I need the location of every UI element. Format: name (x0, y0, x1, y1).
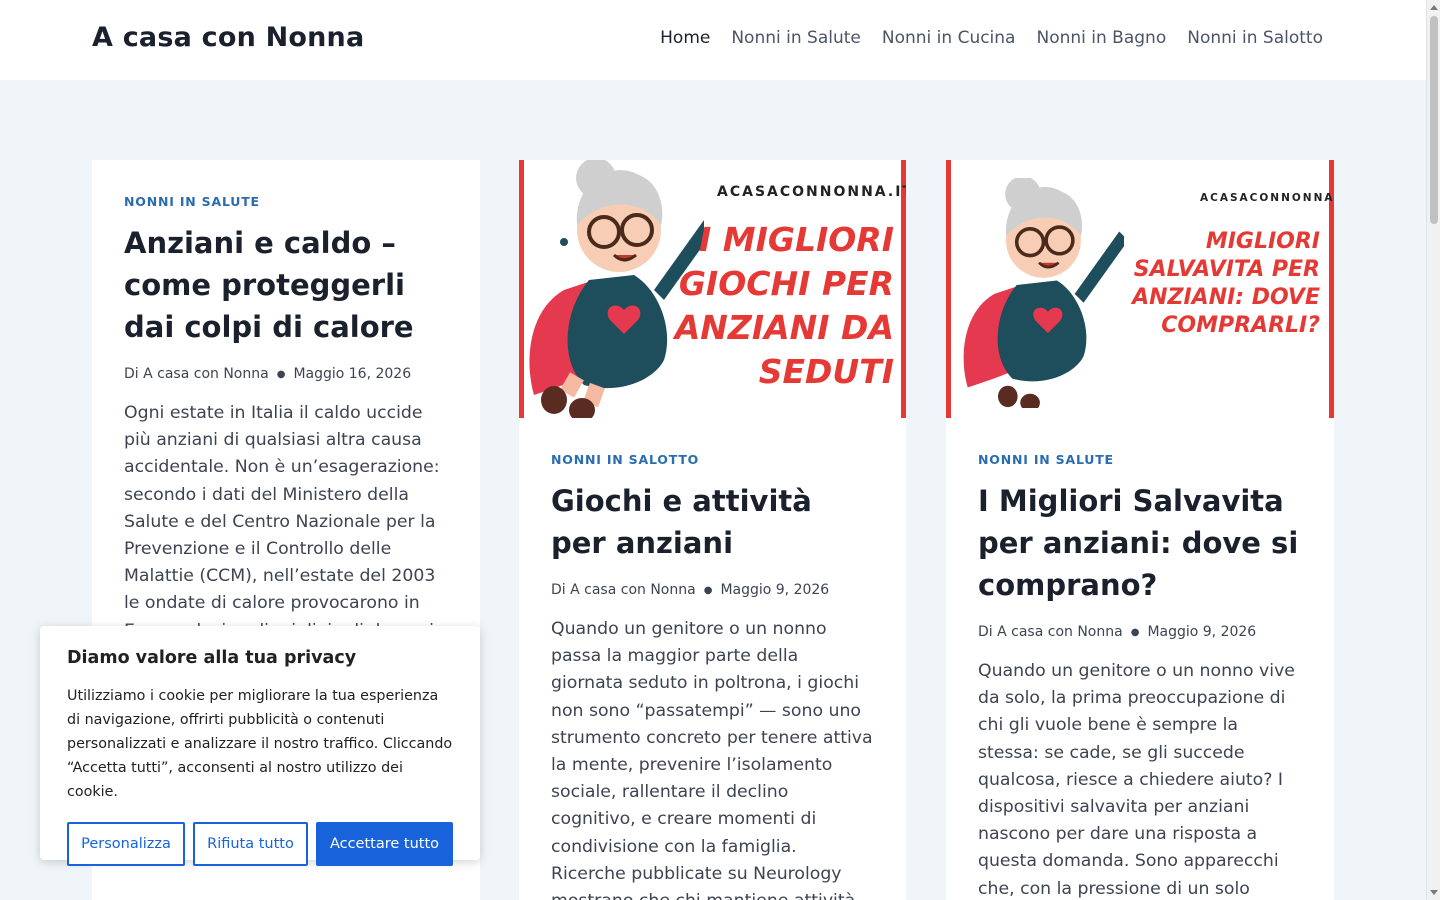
cookie-consent-banner: Diamo valore alla tua privacy Utilizziam… (40, 626, 480, 866)
post-title[interactable]: I Migliori Salvavita per anziani: dove s… (978, 480, 1302, 606)
post-title[interactable]: Anziani e caldo – come proteggerli dai c… (124, 222, 448, 348)
post-author[interactable]: Di A casa con Nonna (124, 366, 269, 382)
grandma-superhero-illustration (963, 178, 1124, 408)
separator-dot: ● (703, 584, 713, 596)
image-headline-text: I MIGLIORI GIOCHI PER ANZIANI DA SEDUTI (674, 220, 894, 391)
nav-item-nonni-in-bagno[interactable]: Nonni in Bagno (1036, 28, 1166, 48)
post-featured-image[interactable]: ACASACONNONNA.IT MIGLIORI SALVAVITA PER … (946, 160, 1334, 418)
post-meta: Di A casa con Nonna ● Maggio 9, 2026 (978, 624, 1302, 640)
scrollbar-thumb[interactable] (1430, 16, 1438, 224)
site-header: A casa con Nonna Home Nonni in Salute No… (0, 0, 1426, 80)
main-nav: Home Nonni in Salute Nonni in Cucina Non… (660, 28, 1323, 48)
nav-item-nonni-in-cucina[interactable]: Nonni in Cucina (882, 28, 1016, 48)
nav-item-nonni-in-salotto[interactable]: Nonni in Salotto (1187, 28, 1323, 48)
post-featured-image[interactable]: ACASACONNONNA.IT I MIGLIORI GIOCHI PER A… (519, 160, 906, 418)
post-category[interactable]: NONNI IN SALOTTO (551, 452, 874, 467)
image-brand-text: ACASACONNONNA.IT (717, 184, 906, 200)
reject-all-button[interactable]: Rifiuta tutto (193, 822, 308, 866)
post-excerpt: Quando un genitore o un nonno passa la m… (551, 619, 873, 900)
nav-item-home[interactable]: Home (660, 28, 710, 48)
post-date: Maggio 16, 2026 (293, 366, 412, 382)
scroll-up-icon[interactable] (1430, 5, 1438, 10)
post-category[interactable]: NONNI IN SALUTE (978, 452, 1302, 467)
post-date: Maggio 9, 2026 (1147, 624, 1257, 640)
separator-dot: ● (276, 368, 286, 380)
post-author[interactable]: Di A casa con Nonna (551, 582, 696, 598)
site-title[interactable]: A casa con Nonna (92, 22, 364, 53)
image-border (946, 160, 951, 418)
post-author[interactable]: Di A casa con Nonna (978, 624, 1123, 640)
image-brand-text: ACASACONNONNA.IT (1200, 192, 1334, 204)
post-card: ACASACONNONNA.IT MIGLIORI SALVAVITA PER … (946, 160, 1334, 900)
post-excerpt: Quando un genitore o un nonno vive da so… (978, 661, 1295, 899)
image-headline-text: MIGLIORI SALVAVITA PER ANZIANI: DOVE COM… (1132, 229, 1320, 338)
page-scrollbar[interactable] (1426, 0, 1440, 900)
cookie-banner-title: Diamo valore alla tua privacy (67, 648, 357, 668)
customize-button[interactable]: Personalizza (67, 822, 185, 866)
separator-dot: ● (1130, 626, 1140, 638)
nav-item-nonni-in-salute[interactable]: Nonni in Salute (731, 28, 861, 48)
post-title[interactable]: Giochi e attività per anziani (551, 480, 874, 564)
post-excerpt: Ogni estate in Italia il caldo uccide pi… (124, 403, 440, 641)
post-meta: Di A casa con Nonna ● Maggio 9, 2026 (551, 582, 874, 598)
scroll-down-icon[interactable] (1430, 890, 1438, 895)
cookie-banner-actions: Personalizza Rifiuta tutto Accettare tut… (67, 822, 453, 866)
post-meta: Di A casa con Nonna ● Maggio 16, 2026 (124, 366, 448, 382)
cookie-banner-text: Utilizziamo i cookie per migliorare la t… (67, 688, 453, 800)
post-card: ACASACONNONNA.IT I MIGLIORI GIOCHI PER A… (519, 160, 906, 900)
post-category[interactable]: NONNI IN SALUTE (124, 194, 448, 209)
post-date: Maggio 9, 2026 (720, 582, 830, 598)
accept-all-button[interactable]: Accettare tutto (316, 822, 453, 866)
